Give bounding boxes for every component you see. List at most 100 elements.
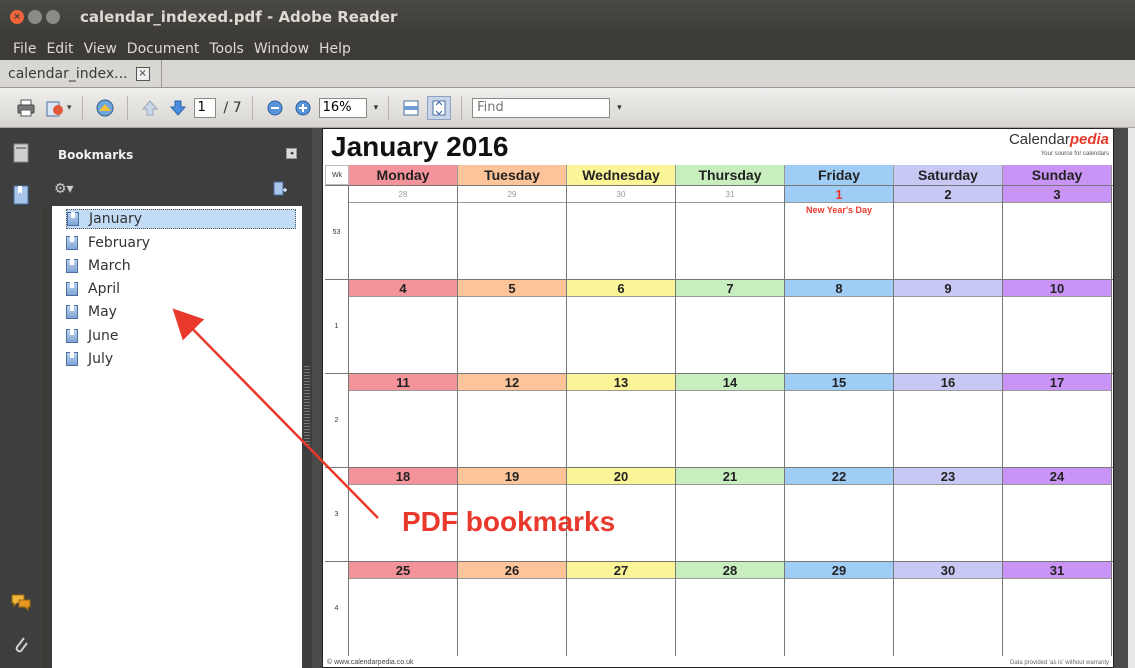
title-bar: × calendar_indexed.pdf - Adobe Reader xyxy=(0,0,1135,38)
bookmark-icon xyxy=(66,282,78,296)
day-cell: 28 xyxy=(349,186,458,280)
weekday-header: Sunday xyxy=(1003,165,1112,185)
bookmark-icon xyxy=(66,259,78,273)
comments-icon[interactable] xyxy=(10,592,32,614)
zoom-in-icon[interactable] xyxy=(291,96,315,120)
day-cell: 17 xyxy=(1003,374,1112,468)
date-number: 8 xyxy=(785,280,893,297)
bookmarks-panel-icon[interactable] xyxy=(10,184,32,206)
day-cell: 1 New Year's Day xyxy=(785,186,894,280)
minimize-window-button[interactable] xyxy=(28,10,42,24)
tab-close-button[interactable]: × xyxy=(135,67,150,81)
menu-document[interactable]: Document xyxy=(122,38,205,60)
bookmark-label: July xyxy=(88,351,114,367)
bookmark-item[interactable]: June xyxy=(66,326,296,346)
date-number: 31 xyxy=(1003,562,1111,579)
date-number: 29 xyxy=(458,186,566,203)
attachments-icon[interactable] xyxy=(10,634,32,656)
collapse-panel-button[interactable]: ◂ xyxy=(286,148,297,159)
calendar-title: January 2016 xyxy=(331,131,509,162)
window-controls: × xyxy=(10,10,60,24)
navigation-pane-strip xyxy=(0,128,42,668)
day-cell: 30 xyxy=(894,562,1003,656)
bookmark-item[interactable]: May xyxy=(66,302,296,322)
date-number: 17 xyxy=(1003,374,1111,391)
date-number: 29 xyxy=(785,562,893,579)
annotation-label: PDF bookmarks xyxy=(402,506,616,537)
date-number: 25 xyxy=(349,562,457,579)
day-cell: 11 xyxy=(349,374,458,468)
date-number: 21 xyxy=(676,468,784,485)
fit-width-icon[interactable] xyxy=(399,96,423,120)
bookmark-item[interactable]: February xyxy=(66,233,296,253)
document-tab[interactable]: calendar_index... × xyxy=(0,60,162,88)
toolbar-separator xyxy=(126,95,128,120)
date-number: 12 xyxy=(458,374,566,391)
zoom-dropdown-icon[interactable]: ▾ xyxy=(374,103,379,113)
date-number: 5 xyxy=(458,280,566,297)
day-cell: 29 xyxy=(785,562,894,656)
previous-page-icon[interactable] xyxy=(138,96,162,120)
fit-page-icon[interactable] xyxy=(427,95,452,120)
bookmark-label: June xyxy=(88,328,119,344)
date-number: 30 xyxy=(894,562,1002,579)
date-number: 10 xyxy=(1003,280,1111,297)
gear-icon[interactable]: ⚙▾ xyxy=(54,181,74,197)
find-input[interactable] xyxy=(472,97,611,118)
panel-splitter[interactable] xyxy=(302,128,312,668)
day-cell: 29 xyxy=(458,186,567,280)
week-row: 4 25 26 27 28 29 30 31 xyxy=(325,561,1113,656)
pages-icon[interactable] xyxy=(10,142,32,164)
collaborate-icon[interactable] xyxy=(93,96,117,120)
logo-accent-text: pedia xyxy=(1069,131,1109,148)
date-number: 24 xyxy=(1003,468,1111,485)
bookmark-item[interactable]: July xyxy=(66,349,296,369)
toolbar-separator xyxy=(251,95,253,120)
print-icon[interactable] xyxy=(14,96,38,120)
menu-edit[interactable]: Edit xyxy=(41,38,78,60)
date-number: 28 xyxy=(676,562,784,579)
menu-view[interactable]: View xyxy=(79,38,122,60)
date-number: 14 xyxy=(676,374,784,391)
day-cell: 23 xyxy=(894,468,1003,562)
day-cell: 4 xyxy=(349,280,458,374)
toolbar-separator xyxy=(461,95,463,120)
maximize-window-button[interactable] xyxy=(46,10,60,24)
week-column-header: Wk xyxy=(325,165,349,185)
bookmark-icon xyxy=(66,305,78,319)
date-number: 28 xyxy=(349,186,457,203)
day-cell: 9 xyxy=(894,280,1003,374)
vertical-scrollbar[interactable] xyxy=(1128,128,1135,668)
next-page-icon[interactable] xyxy=(166,96,190,120)
day-cell: 12 xyxy=(458,374,567,468)
bookmark-item[interactable]: April xyxy=(66,279,296,299)
date-number: 6 xyxy=(567,280,675,297)
bookmark-label: April xyxy=(88,281,120,297)
zoom-level-input[interactable]: 16% xyxy=(318,97,367,118)
bookmarks-panel-header: Bookmarks ◂ xyxy=(42,128,304,178)
menu-file[interactable]: File xyxy=(8,38,41,60)
holiday-label: New Year's Day xyxy=(805,205,873,215)
day-cell: 10 xyxy=(1003,280,1112,374)
bookmark-label: March xyxy=(88,258,131,274)
day-cell: 16 xyxy=(894,374,1003,468)
day-cell: 31 xyxy=(1003,562,1112,656)
new-bookmark-icon[interactable] xyxy=(272,181,288,201)
week-row: 53 28 29 30 31 1 New Year's Day 2 3 xyxy=(325,185,1113,280)
date-number: 7 xyxy=(676,280,784,297)
bookmark-item[interactable]: January xyxy=(66,209,296,229)
day-cell: 28 xyxy=(676,562,785,656)
day-cell: 13 xyxy=(567,374,676,468)
share-icon[interactable] xyxy=(42,96,66,120)
find-dropdown-icon[interactable]: ▾ xyxy=(617,103,622,113)
date-number: 9 xyxy=(894,280,1002,297)
menu-tools[interactable]: Tools xyxy=(204,38,249,60)
close-window-button[interactable]: × xyxy=(10,10,24,24)
splitter-grip[interactable] xyxy=(304,366,310,446)
page-number-input[interactable]: 1 xyxy=(193,97,216,118)
chevron-down-icon[interactable]: ▾ xyxy=(67,103,72,113)
menu-help[interactable]: Help xyxy=(314,38,356,60)
bookmark-item[interactable]: March xyxy=(66,256,296,276)
menu-window[interactable]: Window xyxy=(249,38,314,60)
zoom-out-icon[interactable] xyxy=(263,96,287,120)
